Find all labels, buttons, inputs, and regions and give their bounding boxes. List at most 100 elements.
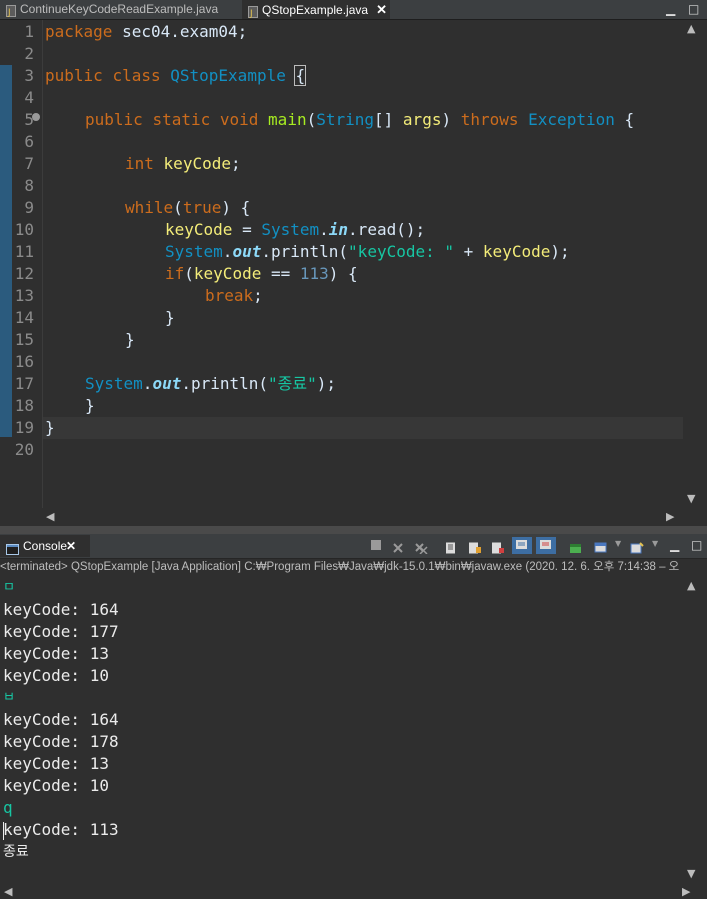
punct: . [142, 374, 153, 393]
line-number: 4 [24, 88, 34, 107]
panel-divider[interactable] [0, 526, 707, 534]
punct: .println( [261, 242, 349, 261]
close-console-icon[interactable]: ✕ [66, 535, 76, 557]
maximize-button[interactable]: □ [688, 0, 699, 19]
punct: ) { [221, 198, 251, 217]
punct: ; [253, 286, 263, 305]
brace: } [45, 418, 55, 437]
punct: ); [550, 242, 570, 261]
tab-continuekeycodereadexample[interactable]: J ContinueKeyCodeReadExample.java [0, 0, 238, 19]
tab-qstopexample[interactable]: J QStopExample.java ✕ [242, 0, 390, 19]
type-name: String [316, 110, 375, 129]
console-input-line: ㅁ [3, 580, 15, 595]
static-field: out [152, 374, 182, 393]
keyword: public [85, 110, 143, 129]
static-field: in [328, 220, 349, 239]
scroll-right-icon[interactable]: ▶ [682, 885, 690, 898]
chevron-down-icon[interactable]: ▼ [652, 539, 658, 548]
scroll-lock-icon[interactable] [468, 539, 481, 554]
code-line-17: System.out.println("종료"); [85, 373, 336, 395]
tab-console[interactable]: Console ✕ [0, 535, 90, 557]
brace: } [85, 396, 95, 415]
launch-status: <terminated> QStopExample [Java Applicat… [0, 559, 707, 576]
class-name: QStopExample [170, 66, 286, 85]
line-number: 13 [14, 286, 34, 305]
clear-console-icon[interactable] [445, 539, 457, 554]
tab-label: ContinueKeyCodeReadExample.java [20, 2, 219, 16]
code-line-14: } [165, 307, 175, 329]
method-name: main [268, 110, 307, 129]
keyword: static [152, 110, 211, 129]
line-number: 20 [14, 440, 34, 459]
current-line-highlight [43, 417, 683, 439]
keyword: throws [460, 110, 519, 129]
console-output-line: keyCode: 113 [3, 820, 119, 839]
scroll-right-icon[interactable]: ▶ [666, 510, 674, 523]
keyword: void [219, 110, 259, 129]
editor-horizontal-scrollbar[interactable]: ◀ ▶ [42, 508, 683, 526]
string-literal: "종료" [268, 374, 317, 393]
punct: == [261, 264, 300, 283]
close-tab-icon[interactable]: ✕ [376, 2, 387, 17]
line-number: 6 [24, 132, 34, 151]
console-output-line: keyCode: 10 [3, 776, 109, 795]
open-console-icon[interactable] [630, 539, 644, 554]
code-line-12: if(keyCode == 113) { [165, 263, 358, 285]
class-name: System [261, 220, 320, 239]
number-literal: 113 [299, 264, 329, 283]
console-input-line: ㅂ [3, 690, 15, 705]
scroll-down-icon[interactable]: ▼ [687, 492, 695, 505]
punct: .read(); [348, 220, 426, 239]
fold-collapse-icon[interactable] [32, 113, 40, 121]
scroll-down-icon[interactable]: ▼ [687, 867, 695, 880]
terminate-icon[interactable] [371, 540, 381, 550]
console-vertical-scrollbar[interactable]: ▲ ▼ [683, 577, 707, 883]
scroll-left-icon[interactable]: ◀ [46, 510, 54, 523]
remove-all-launches-icon[interactable] [414, 539, 428, 555]
punct: ) [441, 110, 461, 129]
console-output-line: 종료 [3, 844, 29, 860]
editor-vertical-scrollbar[interactable]: ▲ ▼ [683, 20, 707, 508]
line-number: 11 [14, 242, 34, 261]
line-number: 7 [24, 154, 34, 173]
punct: ( [173, 198, 183, 217]
maximize-console-button[interactable]: □ [691, 536, 702, 555]
chevron-down-icon[interactable]: ▼ [615, 539, 621, 548]
display-selected-console-icon[interactable] [594, 539, 607, 553]
minimize-console-button[interactable]: ▁ [670, 536, 679, 555]
java-file-icon: J [248, 5, 258, 19]
word-wrap-icon[interactable] [491, 539, 504, 554]
svg-text:J: J [249, 9, 253, 18]
string-literal: "keyCode: " [348, 242, 455, 261]
show-console-on-output-button[interactable] [512, 537, 532, 554]
console-horizontal-scrollbar[interactable]: ◀ ▶ [0, 883, 707, 899]
remove-launch-icon[interactable] [392, 539, 404, 553]
punct: ); [316, 374, 337, 393]
scroll-up-icon[interactable]: ▲ [687, 22, 695, 35]
console-output-line: keyCode: 13 [3, 754, 109, 773]
punct: = [232, 220, 262, 239]
console-output-line: keyCode: 10 [3, 666, 109, 685]
class-name: System [85, 374, 143, 393]
show-console-on-error-button[interactable] [536, 537, 556, 554]
line-number: 17 [14, 374, 34, 393]
scroll-up-icon[interactable]: ▲ [687, 579, 695, 592]
code-line-13: break; [205, 285, 263, 307]
pin-console-icon[interactable] [569, 539, 581, 553]
code-line-15: } [125, 329, 135, 351]
scroll-left-icon[interactable]: ◀ [4, 885, 12, 898]
code-line-18: } [85, 395, 95, 417]
code-line-7: int keyCode; [125, 153, 241, 175]
minimize-button[interactable]: ▁ [666, 0, 675, 19]
code-line-3: public class QStopExample { [45, 65, 307, 87]
line-number: 16 [14, 352, 34, 371]
variable: keyCode [163, 154, 231, 173]
code-line-11: System.out.println("keyCode: " + keyCode… [165, 241, 570, 263]
line-number: 15 [14, 330, 34, 349]
punct: ; [230, 154, 241, 173]
console-input-line: q [3, 798, 13, 817]
